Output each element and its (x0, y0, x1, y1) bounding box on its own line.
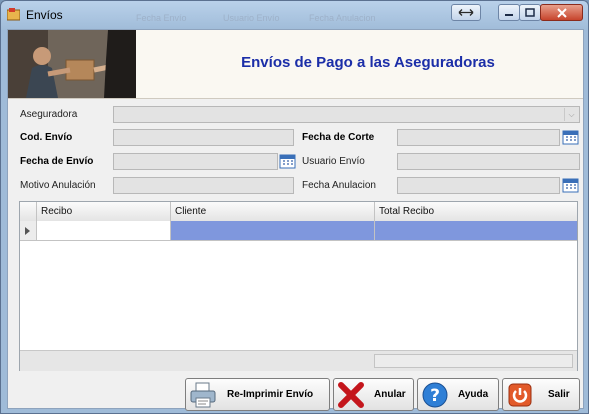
cod-envio-label: Cod. Envío (20, 132, 73, 143)
page-title: Envíos de Pago a las Aseguradoras (241, 54, 495, 71)
usuario-envio-label: Usuario Envío (302, 156, 365, 167)
fecha-envio-field[interactable] (113, 153, 278, 170)
maximize-icon (525, 8, 535, 17)
background-tab: Fecha Envío (136, 13, 187, 23)
column-header-total-recibo[interactable]: Total Recibo (374, 202, 577, 221)
minimize-button[interactable] (498, 4, 520, 21)
window-title: Envíos (26, 8, 63, 22)
reimprimir-envio-button[interactable]: Re-Imprimir Envío (185, 378, 330, 411)
restore-size-button[interactable] (451, 4, 481, 21)
app-form-icon (7, 8, 20, 21)
handshake-photo (8, 30, 136, 98)
cell-recibo[interactable] (36, 221, 170, 241)
printer-icon (190, 382, 216, 408)
fecha-corte-field[interactable] (397, 129, 560, 146)
svg-text:?: ? (430, 386, 440, 406)
anular-label: Anular (374, 389, 406, 400)
anular-button[interactable]: Anular (333, 378, 414, 411)
salir-button[interactable]: Salir (502, 378, 580, 411)
recibos-grid[interactable]: Recibo Cliente Total Recibo (19, 201, 578, 371)
background-tab: Usuario Envío (223, 13, 280, 23)
maximize-button[interactable] (519, 4, 541, 21)
resize-arrows-icon (458, 9, 474, 16)
fecha-envio-label: Fecha de Envío (20, 156, 94, 167)
calendar-icon[interactable] (562, 129, 579, 145)
aseguradora-combo[interactable]: ⌵ (113, 106, 580, 123)
motivo-anulacion-label: Motivo Anulación (20, 180, 96, 191)
salir-label: Salir (548, 389, 570, 400)
cell-total-recibo[interactable] (374, 221, 577, 241)
header-banner: Envíos de Pago a las Aseguradoras (8, 30, 583, 99)
fecha-anulacion-label: Fecha Anulacion (302, 180, 376, 191)
column-header-recibo[interactable]: Recibo (36, 202, 170, 221)
cell-cliente[interactable] (170, 221, 374, 241)
table-row[interactable] (20, 221, 577, 241)
question-icon: ? (422, 382, 448, 408)
background-tab: Fecha Anulacion (309, 13, 376, 23)
cod-envio-field[interactable] (113, 129, 294, 146)
header-photo (8, 30, 136, 98)
fecha-corte-label: Fecha de Corte (302, 132, 375, 143)
power-icon (508, 383, 532, 407)
ayuda-button[interactable]: ? Ayuda (417, 378, 499, 411)
red-x-icon (338, 382, 364, 408)
minimize-icon (505, 14, 513, 16)
grid-footer (20, 350, 577, 371)
close-icon (556, 7, 567, 18)
aseguradora-label: Aseguradora (20, 109, 78, 120)
motivo-anulacion-field[interactable] (113, 177, 294, 194)
reimprimir-label: Re-Imprimir Envío (227, 389, 314, 400)
calendar-icon[interactable] (279, 153, 296, 169)
grid-header: Recibo Cliente Total Recibo (20, 202, 577, 222)
chevron-down-icon[interactable]: ⌵ (564, 108, 578, 121)
row-pointer-icon (25, 227, 30, 235)
form-client-area: Envíos de Pago a las Aseguradoras Asegur… (7, 29, 584, 411)
fecha-anulacion-field[interactable] (397, 177, 560, 194)
grid-total-cell (374, 354, 573, 368)
ayuda-label: Ayuda (458, 389, 489, 400)
calendar-icon[interactable] (562, 177, 579, 193)
column-header-cliente[interactable]: Cliente (170, 202, 374, 221)
envios-window: Envíos Fecha Envío Usuario Envío Fecha A… (0, 0, 589, 414)
usuario-envio-field[interactable] (397, 153, 580, 170)
close-button[interactable] (540, 4, 583, 21)
row-selector[interactable] (20, 221, 36, 241)
title-bar[interactable]: Envíos Fecha Envío Usuario Envío Fecha A… (1, 1, 588, 29)
